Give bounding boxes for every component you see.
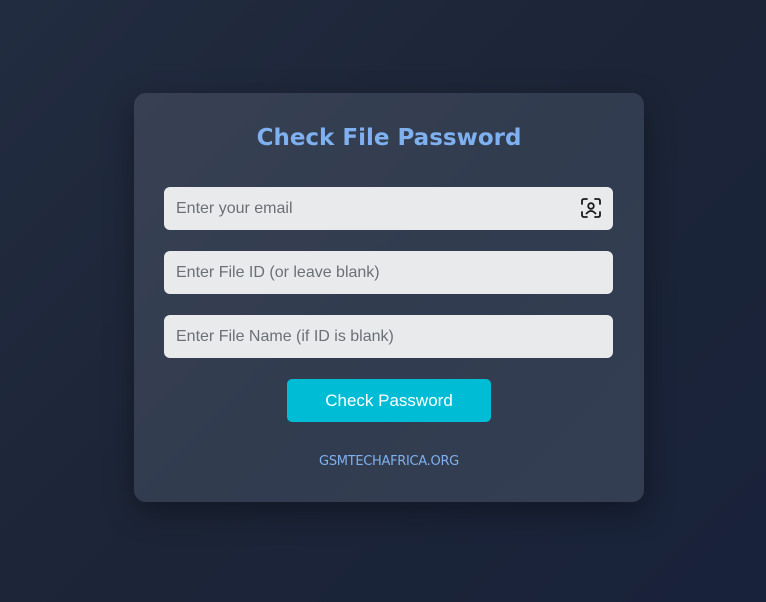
file-name-input[interactable] xyxy=(164,315,613,358)
face-scan-icon[interactable] xyxy=(580,197,602,219)
footer-link[interactable]: GSMTECHAFRICA.ORG xyxy=(134,454,644,469)
file-id-input[interactable] xyxy=(164,251,613,294)
email-input[interactable] xyxy=(164,187,613,230)
check-password-button[interactable]: Check Password xyxy=(287,379,491,422)
password-check-card: Check File Password Check Password GSMTE… xyxy=(134,93,644,502)
page-title: Check File Password xyxy=(256,125,522,151)
